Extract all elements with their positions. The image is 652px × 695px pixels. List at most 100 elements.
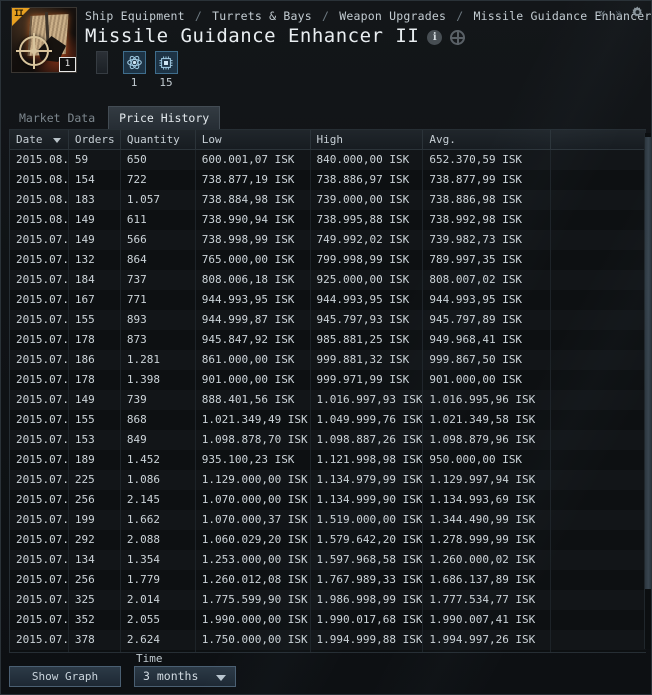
time-range-value: 3 months (143, 669, 199, 683)
table-body[interactable]: 2015.08.0459650600.001,07 ISK840.000,00 … (10, 150, 646, 652)
vertical-scrollbar[interactable] (644, 133, 651, 649)
nav-forward-button[interactable]: » (615, 7, 622, 19)
cell-low: 808.006,18 ISK (196, 270, 311, 290)
attribute-value-cpu: 15 (159, 76, 173, 89)
cell-date: 2015.07.31 (10, 230, 69, 250)
target-icon[interactable] (450, 30, 466, 45)
chevron-down-icon (216, 675, 226, 681)
table-row[interactable]: 2015.07.123522.0551.990.000,00 ISK1.990.… (10, 610, 646, 630)
cell-avg: 789.997,35 ISK (423, 250, 552, 270)
cell-low: 1.098.878,70 ISK (196, 430, 311, 450)
cell-spacer (551, 630, 646, 650)
cell-high: 999.971,99 ISK (311, 370, 424, 390)
cell-quantity: 893 (121, 310, 196, 330)
cell-date: 2015.07.24 (10, 370, 69, 390)
cell-orders: 186 (69, 350, 121, 370)
page-title: Missile Guidance Enhancer II (85, 25, 420, 47)
cell-high: 738.886,97 ISK (311, 170, 424, 190)
table-row[interactable]: 2015.07.251861.281861.000,00 ISK999.881,… (10, 350, 646, 370)
breadcrumb[interactable]: Ship Equipment / Turrets & Bays / Weapon… (85, 9, 651, 23)
attribute-chip-calibration[interactable]: 1 (121, 51, 147, 89)
tab-price-history[interactable]: Price History (108, 106, 221, 129)
tab-market-data[interactable]: Market Data (8, 106, 106, 129)
cell-avg: 1.098.879,96 ISK (423, 430, 552, 450)
crosshair-center-dot (31, 48, 37, 54)
table-row[interactable]: 2015.07.26178873945.847,92 ISK985.881,25… (10, 330, 646, 350)
cell-quantity: 1.086 (121, 470, 196, 490)
cell-high: 1.990.017,68 ISK (311, 610, 424, 630)
table-row[interactable]: 2015.07.201891.452935.100,23 ISK1.121.99… (10, 450, 646, 470)
cell-orders: 256 (69, 570, 121, 590)
table-row[interactable]: 2015.07.23149739888.401,56 ISK1.016.997,… (10, 390, 646, 410)
show-graph-button[interactable]: Show Graph (9, 666, 121, 687)
breadcrumb-item-0[interactable]: Ship Equipment (85, 9, 185, 23)
cell-date: 2015.07.17 (10, 510, 69, 530)
cell-quantity: 868 (121, 410, 196, 430)
cell-low: 1.021.349,49 ISK (196, 410, 311, 430)
title-row: Missile Guidance Enhancer II i (85, 25, 466, 47)
cell-quantity: 849 (121, 430, 196, 450)
table-row[interactable]: 2015.07.133252.0141.775.599,90 ISK1.986.… (10, 590, 646, 610)
table-row[interactable]: 2015.07.151341.3541.253.000,00 ISK1.597.… (10, 550, 646, 570)
cell-spacer (551, 190, 646, 210)
cell-date: 2015.08.03 (10, 170, 69, 190)
time-range-label: Time (136, 652, 163, 665)
cell-avg: 1.016.995,96 ISK (423, 390, 552, 410)
table-row[interactable]: 2015.07.221558681.021.349,49 ISK1.049.99… (10, 410, 646, 430)
cell-low: 738.990,94 ISK (196, 210, 311, 230)
column-header-high[interactable]: High (311, 130, 424, 149)
table-row[interactable]: 2015.07.142561.7791.260.012,08 ISK1.767.… (10, 570, 646, 590)
info-icon[interactable]: i (427, 30, 443, 45)
cell-date: 2015.07.25 (10, 350, 69, 370)
column-header-quantity[interactable]: Quantity (121, 130, 196, 149)
column-header-date[interactable]: Date (10, 130, 69, 149)
cell-quantity: 2.624 (121, 630, 196, 650)
gear-icon[interactable] (631, 6, 644, 19)
vertical-scrollbar-thumb[interactable] (645, 137, 651, 589)
table-row[interactable]: 2015.07.28167771944.993,95 ISK944.993,95… (10, 290, 646, 310)
cell-low: 600.001,07 ISK (196, 150, 311, 170)
table-row[interactable]: 2015.07.30132864765.000,00 ISK799.998,99… (10, 250, 646, 270)
column-header-orders[interactable]: Orders (69, 130, 121, 149)
table-row[interactable]: 2015.07.27155893944.999,87 ISK945.797,93… (10, 310, 646, 330)
table-row[interactable]: 2015.07.113782.6241.750.000,00 ISK1.994.… (10, 630, 646, 650)
table-row[interactable]: 2015.07.192251.0861.129.000,00 ISK1.134.… (10, 470, 646, 490)
cell-orders: 149 (69, 390, 121, 410)
breadcrumb-item-2[interactable]: Weapon Upgrades (339, 9, 446, 23)
item-quantity-badge: 1 (59, 57, 76, 72)
window-controls: « » (599, 6, 644, 19)
item-icon[interactable]: II 1 (11, 7, 77, 73)
cell-low: 738.877,19 ISK (196, 170, 311, 190)
cell-high: 985.881,25 ISK (311, 330, 424, 350)
cell-high: 1.134.979,99 ISK (311, 470, 424, 490)
tab-bar: Market Data Price History (1, 105, 651, 129)
table-row[interactable]: 2015.07.162922.0881.060.029,20 ISK1.579.… (10, 530, 646, 550)
column-header-low[interactable]: Low (196, 130, 311, 149)
cell-quantity: 739 (121, 390, 196, 410)
table-row[interactable]: 2015.07.29184737808.006,18 ISK925.000,00… (10, 270, 646, 290)
table-row[interactable]: 2015.08.021831.057738.884,98 ISK739.000,… (10, 190, 646, 210)
table-row[interactable]: 2015.08.03154722738.877,19 ISK738.886,97… (10, 170, 646, 190)
attribute-chip-cpu[interactable]: 15 (153, 51, 179, 89)
nav-back-button[interactable]: « (599, 7, 606, 19)
window-footer: Show Graph Time 3 months (1, 651, 651, 694)
cell-date: 2015.07.19 (10, 470, 69, 490)
breadcrumb-item-1[interactable]: Turrets & Bays (212, 9, 312, 23)
cell-date: 2015.07.27 (10, 310, 69, 330)
table-row[interactable]: 2015.08.01149611738.990,94 ISK738.995,88… (10, 210, 646, 230)
table-row[interactable]: 2015.07.182562.1451.070.000,00 ISK1.134.… (10, 490, 646, 510)
attribute-chip-powergrid[interactable] (89, 51, 115, 77)
cell-low: 738.884,98 ISK (196, 190, 311, 210)
time-range-select[interactable]: 3 months (134, 666, 236, 687)
table-row[interactable]: 2015.07.171991.6621.070.000,37 ISK1.519.… (10, 510, 646, 530)
column-header-avg[interactable]: Avg. (423, 130, 552, 149)
table-row[interactable]: 2015.07.31149566738.998,99 ISK749.992,02… (10, 230, 646, 250)
cell-low: 1.750.000,00 ISK (196, 630, 311, 650)
cell-orders: 199 (69, 510, 121, 530)
table-row[interactable]: 2015.07.211538491.098.878,70 ISK1.098.88… (10, 430, 646, 450)
cell-high: 1.597.968,58 ISK (311, 550, 424, 570)
table-row[interactable]: 2015.07.241781.398901.000,00 ISK999.971,… (10, 370, 646, 390)
cell-date: 2015.07.22 (10, 410, 69, 430)
cell-low: 1.129.000,00 ISK (196, 470, 311, 490)
table-row[interactable]: 2015.08.0459650600.001,07 ISK840.000,00 … (10, 150, 646, 170)
